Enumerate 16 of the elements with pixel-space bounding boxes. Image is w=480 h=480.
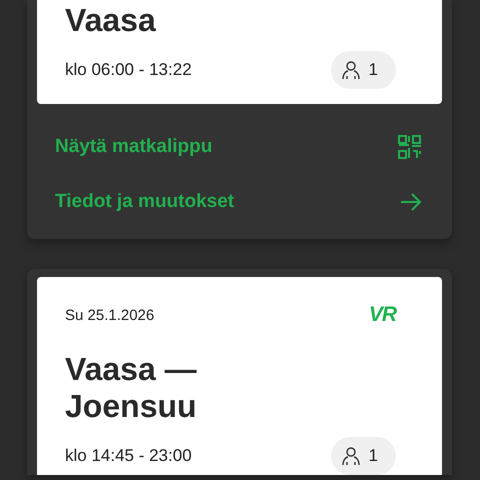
person-icon xyxy=(340,446,361,466)
trip-date: Su 25.1.2026 xyxy=(65,306,154,324)
trip-route: Vaasa xyxy=(65,2,157,39)
passenger-number: 1 xyxy=(368,446,378,466)
trip-time: klo 06:00 - 13:22 xyxy=(65,60,192,80)
passenger-number: 1 xyxy=(368,60,378,80)
qr-code-icon xyxy=(398,134,422,158)
trip-card[interactable]: Vaasa klo 06:00 - 13:22 1 xyxy=(37,0,442,104)
person-icon xyxy=(340,60,361,80)
trip-card[interactable]: Su 25.1.2026 VR Vaasa — Joensuu klo 14:45 - 23:00 1 xyxy=(37,277,442,475)
logo: VR xyxy=(368,303,396,327)
arrow-right-icon xyxy=(400,192,422,212)
action-link[interactable]: Tiedot ja muutokset xyxy=(55,174,422,229)
trip-route: Vaasa — Joensuu xyxy=(65,351,198,425)
action-link[interactable]: Näytä matkalippu xyxy=(55,119,422,174)
trip-time: klo 14:45 - 23:00 xyxy=(65,446,192,466)
